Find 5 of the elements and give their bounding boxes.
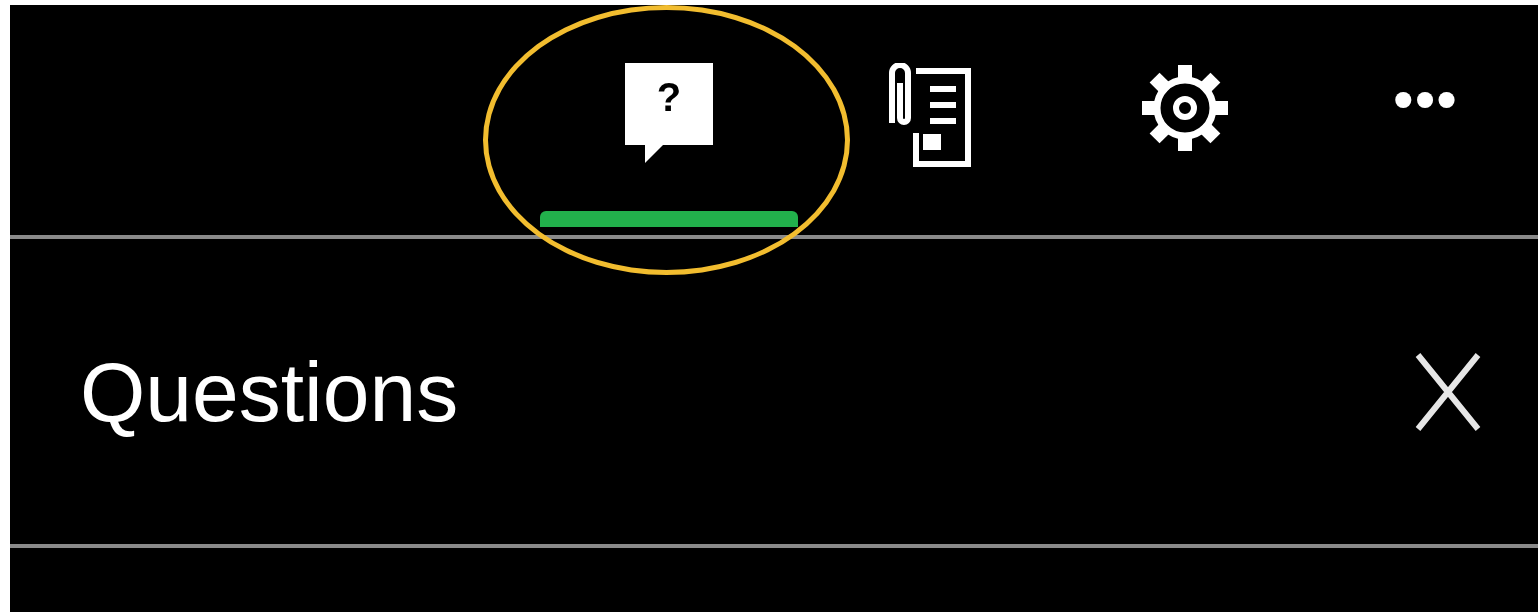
toolbar-tab[interactable]: ? — [540, 5, 798, 235]
close-icon — [1415, 351, 1481, 432]
more-button[interactable]: ••• — [1314, 5, 1538, 235]
question-bubble-icon: ? — [625, 63, 713, 163]
settings-icon — [1140, 63, 1230, 153]
